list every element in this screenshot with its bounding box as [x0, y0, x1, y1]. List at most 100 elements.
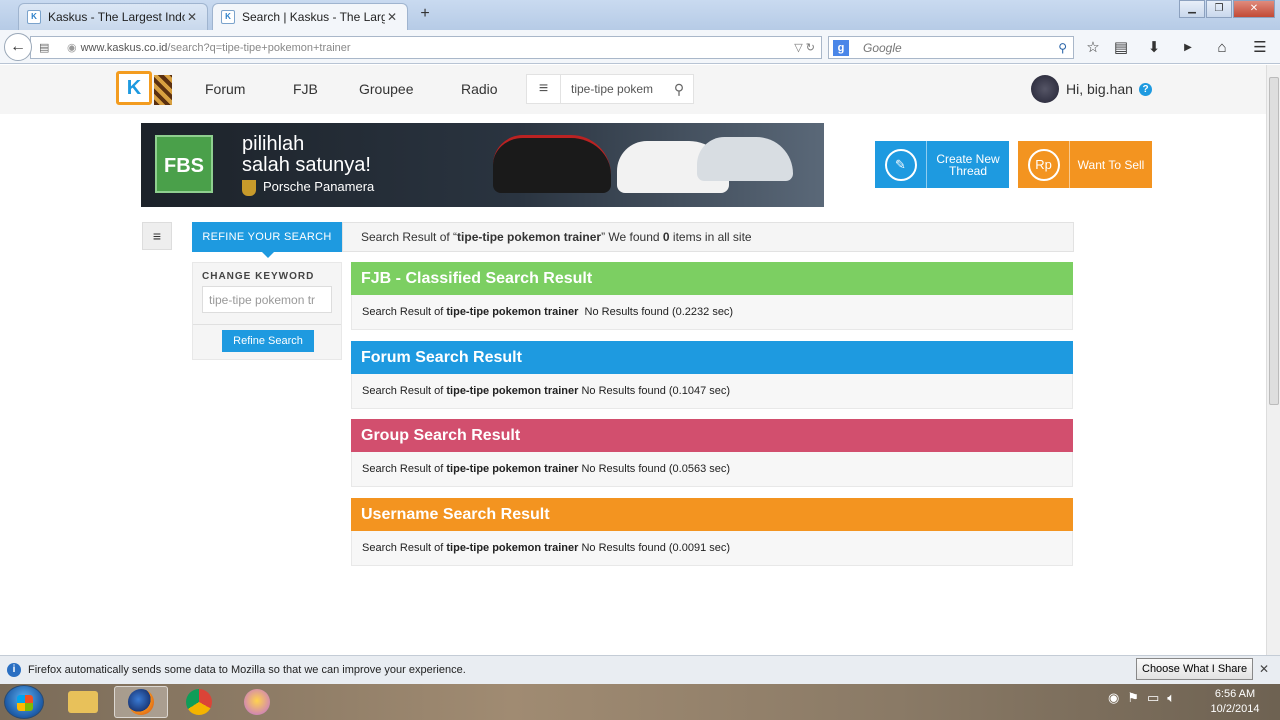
- search-summary: Search Result of “tipe-tipe pokemon trai…: [342, 222, 1074, 252]
- scrollbar-thumb[interactable]: [1269, 77, 1279, 405]
- system-tray: ◉ ⚑ ▭ 🔈︎: [1108, 690, 1175, 706]
- notification-bar: i Firefox automatically sends some data …: [0, 655, 1280, 684]
- minimize-button[interactable]: ▁: [1179, 0, 1205, 18]
- clock-date: 10/2/2014: [1210, 703, 1260, 715]
- summary-count: 0: [662, 230, 670, 244]
- section-result-text: Search Result of tipe-tipe pokemon train…: [351, 531, 1073, 566]
- forum-result-section: Forum Search Result Search Result of tip…: [351, 341, 1073, 409]
- batik-logo-accent: [154, 75, 172, 105]
- section-title: Username Search Result: [351, 498, 1073, 531]
- url-bar[interactable]: ▤ ◉ www.kaskus.co.id /search?q=tipe-tipe…: [30, 36, 822, 59]
- keyword-input[interactable]: [202, 286, 332, 313]
- windows-logo-icon: [17, 695, 33, 711]
- maximize-button[interactable]: ❐: [1206, 0, 1232, 18]
- choose-what-i-share-button[interactable]: Choose What I Share: [1136, 658, 1254, 680]
- help-icon[interactable]: ?: [1139, 83, 1152, 96]
- fbs-logo: FBS: [155, 135, 213, 193]
- group-result-section: Group Search Result Search Result of tip…: [351, 419, 1073, 487]
- start-button[interactable]: [4, 685, 44, 719]
- want-to-sell-label: Want To Sell: [1077, 157, 1145, 172]
- explorer-taskbar-button[interactable]: [56, 686, 110, 718]
- new-tab-button[interactable]: +: [416, 5, 434, 25]
- section-title: Group Search Result: [351, 419, 1073, 452]
- back-button[interactable]: ←: [4, 33, 32, 61]
- clock-time: 6:56 AM: [1214, 688, 1256, 700]
- browser-nav-bar: ▤ ◉ www.kaskus.co.id /search?q=tipe-tipe…: [0, 30, 1280, 64]
- page-content: K Forum FJB Groupee Radio ≡ tipe-tipe po…: [0, 65, 1266, 655]
- divider: [193, 324, 341, 325]
- close-icon[interactable]: ✕: [1259, 662, 1269, 676]
- section-result-text: Search Result of tipe-tipe pokemon train…: [351, 452, 1073, 487]
- section-title: FJB - Classified Search Result: [351, 262, 1073, 295]
- hamburger-icon[interactable]: ≡: [527, 75, 561, 103]
- car-image: [697, 137, 793, 181]
- tab-title: Search | Kaskus - The Large...: [242, 10, 385, 24]
- firefox-icon: [128, 689, 154, 715]
- nav-radio[interactable]: Radio: [461, 81, 498, 97]
- car-image: [493, 135, 611, 193]
- network-icon[interactable]: ▭: [1147, 690, 1159, 706]
- fjb-result-section: FJB - Classified Search Result Search Re…: [351, 262, 1073, 330]
- chrome-icon: [186, 689, 212, 715]
- reload-icon[interactable]: ▽ ↻: [794, 41, 815, 54]
- url-path: /search?q=tipe-tipe+pokemon+trainer: [167, 41, 351, 54]
- banner-line-3: Porsche Panamera: [263, 179, 375, 194]
- section-result-text: Search Result of tipe-tipe pokemon train…: [351, 295, 1073, 330]
- ad-banner[interactable]: FBS pilihlah salah satunya! Porsche Pana…: [141, 123, 824, 207]
- browser-tab-bar: K Kaskus - The Largest Indon... ✕ K Sear…: [0, 0, 1280, 30]
- sidebar-toggle-button[interactable]: ≡: [142, 222, 172, 250]
- change-keyword-label: CHANGE KEYWORD: [202, 271, 315, 282]
- download-icon[interactable]: ⬇: [1144, 38, 1164, 58]
- messenger-icon: [244, 689, 270, 715]
- tab-refine-your-search[interactable]: REFINE YOUR SEARCH: [192, 222, 342, 258]
- nav-groupee[interactable]: Groupee: [359, 81, 413, 97]
- refine-search-button[interactable]: Refine Search: [222, 330, 314, 352]
- avatar[interactable]: [1031, 75, 1059, 103]
- chrome-tray-icon[interactable]: ◉: [1108, 690, 1119, 706]
- section-title: Forum Search Result: [351, 341, 1073, 374]
- section-result-text: Search Result of tipe-tipe pokemon train…: [351, 374, 1073, 409]
- tab-title: Kaskus - The Largest Indon...: [48, 10, 185, 24]
- browser-search-input[interactable]: g Google ⚲: [828, 36, 1074, 59]
- window-close-button[interactable]: ✕: [1233, 0, 1275, 18]
- bookmarks-list-icon[interactable]: ▤: [1111, 38, 1131, 58]
- bookmark-folder-icon: ▤: [39, 42, 50, 54]
- want-to-sell-button[interactable]: Rp Want To Sell: [1018, 141, 1152, 188]
- home-icon[interactable]: ⌂: [1212, 38, 1232, 58]
- create-new-thread-button[interactable]: ✎ Create New Thread: [875, 141, 1009, 188]
- kaskus-logo[interactable]: K: [116, 71, 152, 105]
- page-scrollbar[interactable]: [1266, 65, 1280, 655]
- youtube-icon[interactable]: ▶: [1178, 38, 1198, 58]
- clock[interactable]: 6:56 AM 10/2/2014: [1200, 687, 1270, 717]
- taskbar: ◉ ⚑ ▭ 🔈︎ 6:56 AM 10/2/2014: [0, 684, 1280, 720]
- menu-icon[interactable]: ☰: [1250, 38, 1270, 58]
- close-icon[interactable]: ✕: [385, 10, 399, 24]
- banner-line-1: pilihlah: [242, 133, 305, 155]
- chrome-taskbar-button[interactable]: [172, 686, 226, 718]
- nav-forum[interactable]: Forum: [205, 81, 245, 97]
- username-result-section: Username Search Result Search Result of …: [351, 498, 1073, 566]
- close-icon[interactable]: ✕: [185, 10, 199, 24]
- site-search-box: ≡ tipe-tipe pokem ⚲: [526, 74, 694, 104]
- pencil-icon: ✎: [884, 148, 917, 181]
- browser-tab-search[interactable]: K Search | Kaskus - The Large... ✕: [212, 3, 408, 30]
- site-header: K Forum FJB Groupee Radio ≡ tipe-tipe po…: [0, 65, 1266, 114]
- search-icon[interactable]: ⚲: [665, 81, 693, 98]
- search-icon[interactable]: ⚲: [1058, 41, 1067, 55]
- globe-icon: ◉: [67, 42, 77, 54]
- window-controls: ▁ ❐ ✕: [1178, 0, 1275, 18]
- create-thread-label: Create New Thread: [936, 151, 1000, 178]
- bookmark-star-icon[interactable]: ☆: [1083, 38, 1103, 58]
- banner-line-2: salah satunya!: [242, 154, 371, 176]
- messenger-taskbar-button[interactable]: [230, 686, 284, 718]
- browser-tab-kaskus-home[interactable]: K Kaskus - The Largest Indon... ✕: [18, 3, 208, 30]
- nav-fjb[interactable]: FJB: [293, 81, 318, 97]
- site-search-input[interactable]: tipe-tipe pokem: [561, 82, 665, 96]
- firefox-taskbar-button[interactable]: [114, 686, 168, 718]
- porsche-crest-icon: [242, 180, 256, 196]
- flag-icon[interactable]: ⚑: [1127, 690, 1139, 706]
- volume-icon[interactable]: 🔈︎: [1167, 690, 1175, 706]
- user-greeting[interactable]: Hi, big.han: [1066, 81, 1133, 97]
- kaskus-favicon-icon: K: [221, 10, 235, 24]
- google-icon: g: [833, 39, 849, 56]
